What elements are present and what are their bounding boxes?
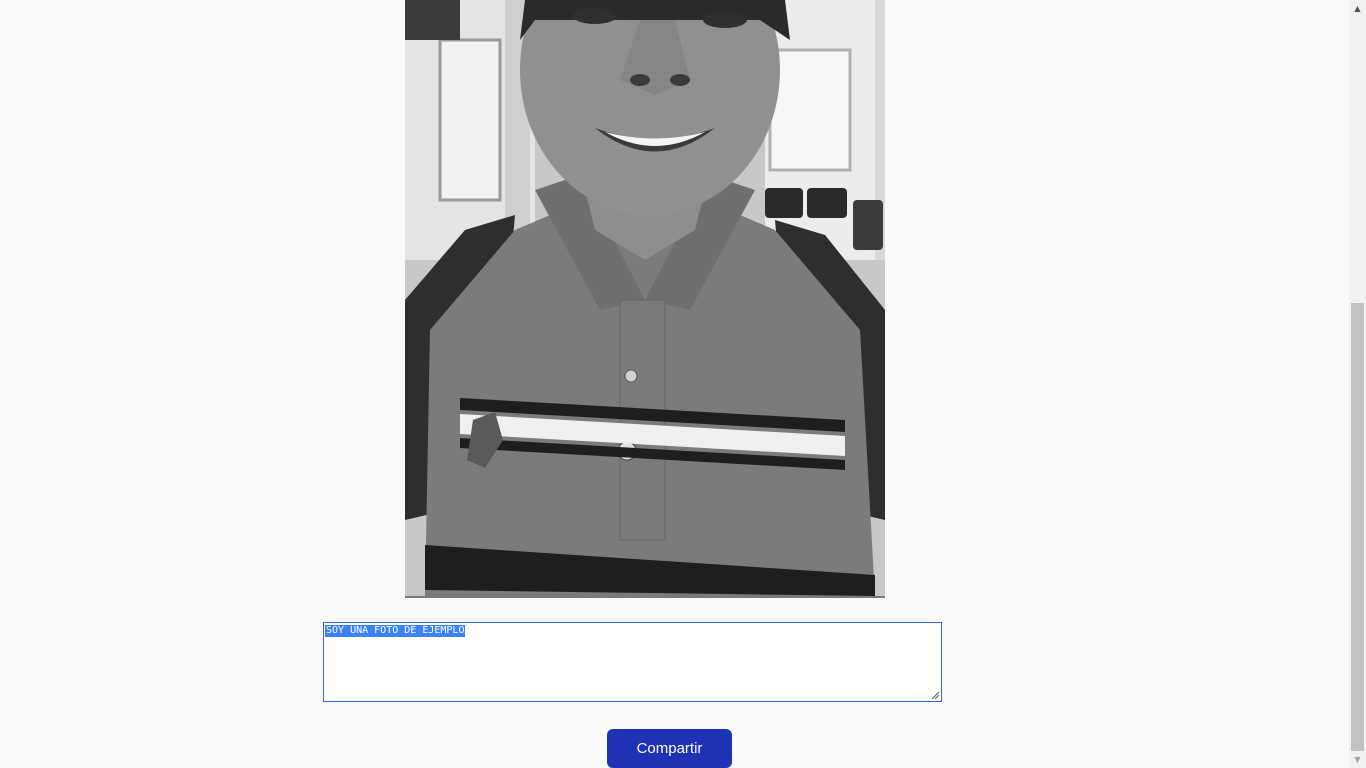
page: SOY UNA FOTO DE EJEMPLO Compartir — [0, 0, 1349, 768]
caption-text: SOY UNA FOTO DE EJEMPLO — [325, 625, 466, 637]
caption-textarea[interactable]: SOY UNA FOTO DE EJEMPLO — [323, 622, 942, 702]
scroll-thumb[interactable] — [1351, 303, 1364, 751]
resize-grip-icon[interactable] — [931, 691, 940, 700]
scroll-up-icon[interactable]: ▲ — [1349, 0, 1366, 17]
share-button[interactable]: Compartir — [607, 729, 732, 768]
scroll-down-icon[interactable]: ▼ — [1349, 751, 1366, 768]
vertical-scrollbar[interactable]: ▲ ▼ — [1349, 0, 1366, 768]
shared-photo — [405, 0, 885, 598]
